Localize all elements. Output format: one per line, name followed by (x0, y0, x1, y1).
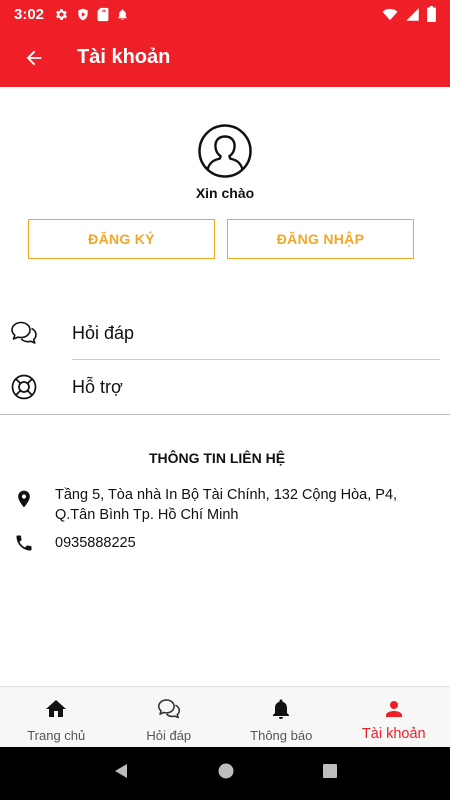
page-title: Tài khoản (77, 46, 171, 68)
nav-item-account[interactable]: Tài khoản (338, 687, 450, 747)
battery-icon (427, 6, 436, 22)
nav-item-home[interactable]: Trang chủ (0, 687, 113, 747)
auth-buttons: ĐĂNG KÝ ĐĂNG NHẬP (28, 219, 414, 259)
gear-icon (54, 7, 69, 22)
phone-icon (16, 535, 32, 551)
register-button[interactable]: ĐĂNG KÝ (28, 219, 215, 259)
contact-title: THÔNG TIN LIÊN HỆ (148, 450, 286, 466)
menu-item-label: Hỏi đáp (72, 322, 135, 343)
status-bar: 3:02 (0, 0, 450, 28)
bell-icon (273, 699, 290, 719)
nav-label: Thông báo (250, 728, 313, 743)
nav-item-notifications[interactable]: Thông báo (225, 687, 338, 747)
login-button[interactable]: ĐĂNG NHẬP (227, 219, 414, 259)
section-divider (0, 414, 450, 415)
sd-card-icon (97, 7, 109, 22)
nav-label: Hỏi đáp (146, 728, 192, 743)
menu-item-support[interactable]: Hỗ trợ (0, 360, 450, 414)
cellular-signal-icon (405, 7, 420, 22)
home-circle-icon[interactable] (217, 762, 235, 785)
greeting-text: Xin chào (195, 185, 255, 201)
recents-square-icon[interactable] (322, 763, 338, 784)
app-bar: Tài khoản (0, 28, 450, 87)
user-circle-icon (198, 124, 252, 178)
shield-icon (76, 7, 90, 22)
address-text: Tầng 5, Tòa nhà In Bộ Tài Chính, 132 Cộn… (55, 487, 398, 523)
location-pin-icon (18, 490, 30, 508)
phone-text: 0935888225 (55, 535, 136, 551)
menu-item-faq[interactable]: Hỏi đáp (0, 306, 450, 360)
back-triangle-icon[interactable] (112, 762, 130, 785)
system-nav-bar (0, 747, 450, 800)
status-time: 3:02 (14, 5, 45, 23)
wifi-icon (382, 7, 398, 22)
account-menu: Hỏi đáp Hỗ trợ (0, 306, 450, 414)
nav-label: Trang chủ (27, 728, 86, 743)
status-left-icons (54, 7, 129, 22)
nav-item-faq[interactable]: Hỏi đáp (113, 687, 226, 747)
lifebuoy-icon (11, 374, 37, 400)
person-icon (385, 701, 402, 717)
home-icon (46, 700, 67, 717)
arrow-left-icon (26, 50, 42, 65)
status-right-icons (382, 6, 436, 22)
bottom-nav: Trang chủ Hỏi đáp Thông báo Tài khoản (0, 686, 450, 747)
back-button[interactable] (0, 28, 68, 87)
chat-bubbles-icon (11, 321, 37, 344)
profile-section: Xin chào (0, 124, 450, 201)
nav-label: Tài khoản (361, 726, 426, 742)
notification-bell-icon (116, 7, 129, 22)
chat-bubbles-icon (157, 699, 180, 719)
menu-item-label: Hỗ trợ (72, 376, 123, 397)
